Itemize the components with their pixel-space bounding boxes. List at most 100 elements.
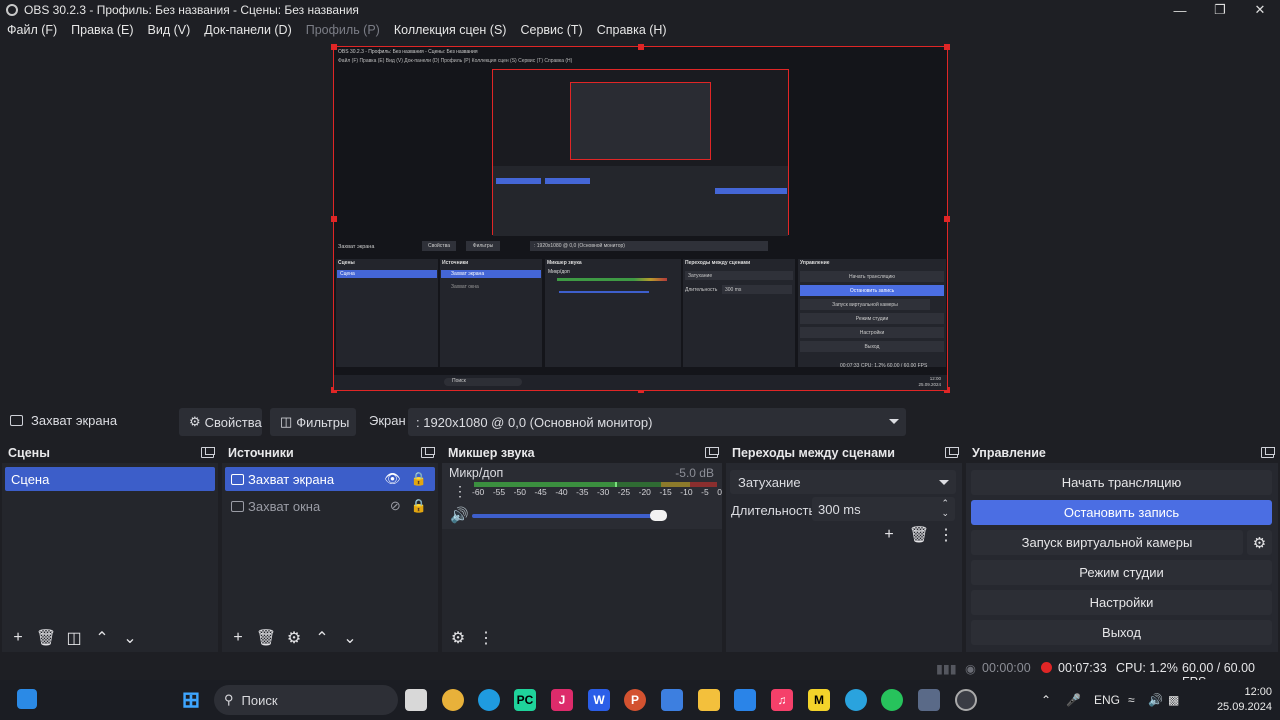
powerpoint-icon[interactable]: P (624, 689, 646, 711)
clock-date: 25.09.2024 (1216, 701, 1272, 713)
microphone-icon[interactable]: 🎤 (1066, 693, 1081, 707)
widgets-icon[interactable] (17, 689, 37, 709)
mini-sources: Источники (442, 260, 469, 266)
speaker-icon[interactable]: 🔊 (450, 506, 469, 524)
settings-button[interactable]: Настройки (971, 590, 1272, 615)
menu-edit[interactable]: Правка (E) (64, 23, 140, 37)
virtual-camera-settings-button[interactable]: ⚙ (1247, 530, 1272, 555)
exit-button[interactable]: Выход (971, 620, 1272, 645)
music-icon[interactable]: ♫ (771, 689, 793, 711)
task-view-icon[interactable] (405, 689, 427, 711)
preview-canvas[interactable]: OBS 30.2.3 - Профиль: Без названия - Сце… (331, 44, 950, 393)
sources-dock: Источники Захват экрана 👁 🔒 Захват окна ⊘… (222, 443, 438, 652)
whatsapp-icon[interactable] (881, 689, 903, 711)
mini-btn1: Начать трансляцию (800, 271, 944, 282)
chevron-down-icon[interactable]: ⌄ (118, 626, 142, 650)
store-icon[interactable] (734, 689, 756, 711)
filter-icon[interactable]: ◫ (62, 626, 86, 650)
start-stream-button[interactable]: Начать трансляцию (971, 470, 1272, 495)
eye-icon[interactable]: 👁 (384, 471, 401, 487)
app-icon[interactable] (918, 689, 940, 711)
chevron-down-icon[interactable]: ⌄ (338, 626, 362, 650)
telegram-icon[interactable] (845, 689, 867, 711)
studio-mode-button[interactable]: Режим студии (971, 560, 1272, 585)
gear-icon[interactable]: ⚙ (282, 626, 306, 650)
trash-icon[interactable]: 🗑 (34, 626, 58, 650)
menu-docks[interactable]: Док-панели (D) (197, 23, 298, 37)
preview-area[interactable]: OBS 30.2.3 - Профиль: Без названия - Сце… (0, 40, 1280, 403)
lock-icon[interactable]: 🔒 (411, 471, 427, 487)
taskbar-search[interactable]: ⚲ Поиск (214, 685, 398, 715)
chevron-up-icon[interactable]: ⌃ (90, 626, 114, 650)
menu-tools[interactable]: Сервис (T) (513, 23, 589, 37)
wifi-icon[interactable]: ≈ (1128, 693, 1135, 707)
minimize-icon[interactable]: — (1160, 0, 1200, 20)
undock-icon[interactable] (421, 447, 435, 458)
controls-dock: Управление Начать трансляцию Остановить … (966, 443, 1278, 652)
chrome-icon[interactable] (442, 689, 464, 711)
display-value: : 1920x1080 @ 0,0 (Основной монитор) (416, 414, 653, 430)
volume-slider-handle[interactable] (650, 510, 667, 521)
obs-icon[interactable] (955, 689, 977, 711)
pycharm-icon[interactable]: PC (514, 689, 536, 711)
folder-icon[interactable] (698, 689, 720, 711)
title-bar: OBS 30.2.3 - Профиль: Без названия - Сце… (0, 0, 1280, 20)
add-icon[interactable]: + (226, 626, 250, 650)
controls-title: Управление (972, 446, 1046, 460)
chevron-up-icon[interactable]: ⌃ (1041, 693, 1051, 707)
spin-icon[interactable]: ⌃ ⌄ (941, 498, 949, 518)
undock-icon[interactable] (1261, 447, 1275, 458)
menu-file[interactable]: Файл (F) (0, 23, 64, 37)
undock-icon[interactable] (945, 447, 959, 458)
stop-record-button[interactable]: Остановить запись (971, 500, 1272, 525)
windows-start-icon[interactable]: ⊞ (180, 687, 202, 712)
properties-button[interactable]: ⚙ Свойства (179, 408, 262, 436)
undock-icon[interactable] (201, 447, 215, 458)
duration-input[interactable]: 300 ms ⌃ ⌄ (812, 497, 955, 521)
volume-slider[interactable] (472, 514, 665, 518)
more-icon[interactable]: ⋮ (934, 523, 958, 547)
edge-icon[interactable] (478, 689, 500, 711)
transition-select[interactable]: Затухание (730, 470, 956, 494)
source-toolbar: Захват экрана ⚙ Свойства ◫ Фильтры Экран… (0, 405, 1280, 437)
more-icon[interactable]: ⋮ (453, 483, 467, 500)
filters-button[interactable]: ◫ Фильтры (270, 408, 356, 436)
language-indicator[interactable]: ENG (1094, 693, 1120, 707)
maximize-icon[interactable]: ❐ (1200, 0, 1240, 20)
scene-item[interactable]: Сцена (5, 467, 215, 491)
battery-icon[interactable]: ▩ (1168, 693, 1179, 707)
source-item[interactable]: Захват окна ⊘ 🔒 (225, 494, 435, 518)
menu-view[interactable]: Вид (V) (141, 23, 198, 37)
menu-scene-collection[interactable]: Коллекция сцен (S) (387, 23, 514, 37)
eye-hidden-icon[interactable]: ⊘ (390, 498, 401, 514)
mini-btn2: Остановить запись (800, 285, 944, 296)
display-select[interactable]: : 1920x1080 @ 0,0 (Основной монитор) (408, 408, 906, 436)
vscode-icon[interactable] (661, 689, 683, 711)
lock-icon[interactable]: 🔒 (411, 498, 427, 514)
volume-icon[interactable]: 🔊 (1148, 693, 1163, 707)
source-item[interactable]: Захват экрана 👁 🔒 (225, 467, 435, 491)
add-icon[interactable]: + (877, 523, 901, 547)
display-label: Экран (369, 413, 406, 428)
trash-icon[interactable]: 🗑 (254, 626, 278, 650)
mini-date: 25.09.2024 (918, 382, 941, 387)
mini-src1: Захват экрана (451, 271, 485, 277)
miro-icon[interactable]: M (808, 689, 830, 711)
more-icon[interactable]: ⋮ (474, 626, 498, 650)
jetbrains-icon[interactable]: J (551, 689, 573, 711)
word-icon[interactable]: W (588, 689, 610, 711)
chevron-up-icon[interactable]: ⌃ (310, 626, 334, 650)
mini-menu: Файл (F) Правка (E) Вид (V) Док-панели (… (338, 58, 573, 64)
mini-rec: 00:07:33 (840, 363, 860, 369)
scenes-title: Сцены (8, 446, 50, 460)
menu-profile: Профиль (P) (305, 23, 380, 37)
undock-icon[interactable] (705, 447, 719, 458)
chevron-down-icon (889, 419, 899, 424)
clock[interactable]: 12:00 25.09.2024 (1217, 685, 1272, 715)
add-icon[interactable]: + (6, 626, 30, 650)
menu-help[interactable]: Справка (H) (590, 23, 674, 37)
close-icon[interactable]: ✕ (1240, 0, 1280, 20)
virtual-camera-button[interactable]: Запуск виртуальной камеры (971, 530, 1243, 555)
trash-icon[interactable]: 🗑 (907, 523, 931, 547)
gear-icon[interactable]: ⚙ (446, 626, 470, 650)
